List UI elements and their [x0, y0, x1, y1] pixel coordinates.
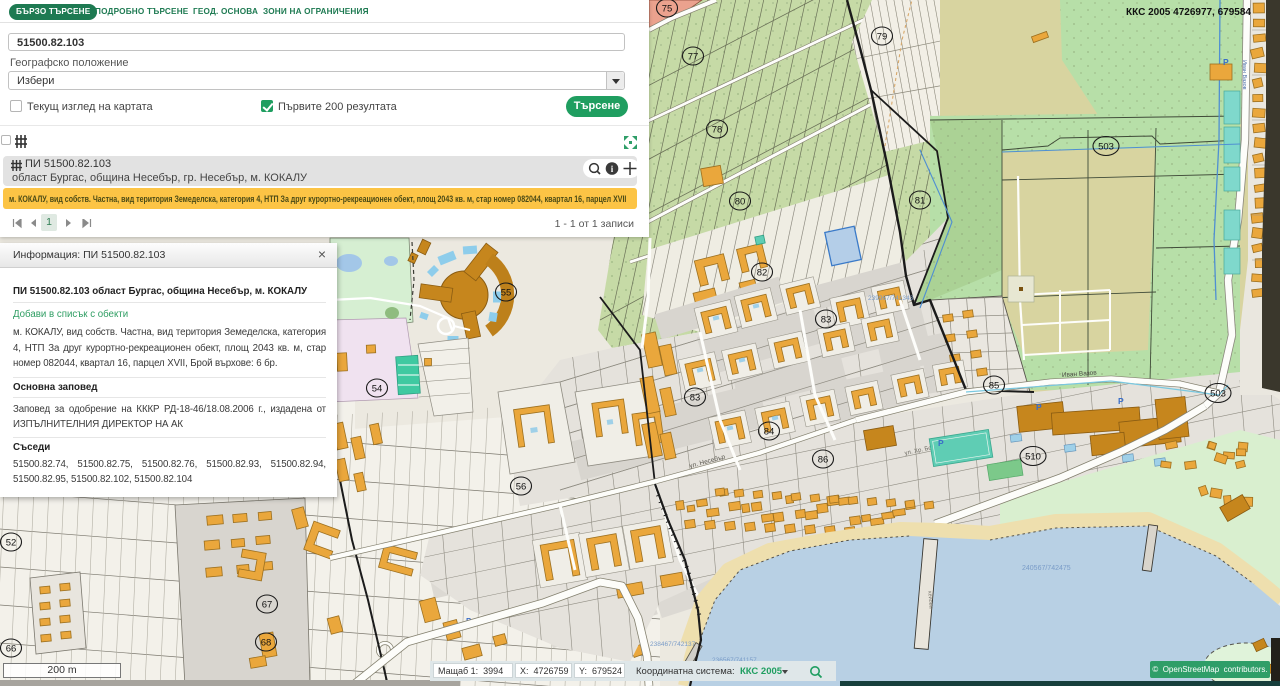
svg-text:55: 55: [501, 287, 512, 298]
svg-text:83: 83: [690, 392, 701, 403]
svg-text:84: 84: [764, 426, 775, 437]
svg-text:78: 78: [712, 124, 723, 135]
svg-text:510: 510: [1025, 451, 1041, 462]
svg-text:Иван Вазов: Иван Вазов: [1241, 60, 1247, 90]
svg-text:82: 82: [757, 267, 768, 278]
svg-text:ККС 2005 4726977, 679584: ККС 2005 4726977, 679584: [1126, 7, 1251, 18]
svg-text:77: 77: [688, 51, 699, 62]
svg-text:238467/742137: 238467/742137: [650, 641, 696, 648]
svg-text:85: 85: [989, 380, 1000, 391]
svg-text:68: 68: [261, 637, 272, 648]
svg-text:240567/742475: 240567/742475: [1022, 565, 1071, 572]
svg-text:P: P: [1223, 57, 1229, 67]
svg-text:P: P: [1118, 396, 1124, 406]
svg-text:52: 52: [6, 537, 17, 548]
svg-text:79: 79: [877, 31, 888, 42]
svg-text:67: 67: [262, 599, 273, 610]
svg-text:86: 86: [818, 454, 829, 465]
svg-text:66: 66: [6, 643, 17, 654]
svg-text:503: 503: [1098, 141, 1114, 152]
svg-text:56: 56: [516, 481, 527, 492]
svg-text:81: 81: [915, 195, 926, 206]
svg-text:54: 54: [372, 383, 383, 394]
svg-text:83: 83: [821, 314, 832, 325]
svg-text:503: 503: [1210, 388, 1226, 399]
svg-text:P: P: [1036, 402, 1042, 412]
svg-text:80: 80: [735, 196, 746, 207]
svg-text:P: P: [938, 438, 944, 448]
svg-text:75: 75: [662, 3, 673, 14]
svg-text:239967/741343: 239967/741343: [868, 295, 914, 302]
